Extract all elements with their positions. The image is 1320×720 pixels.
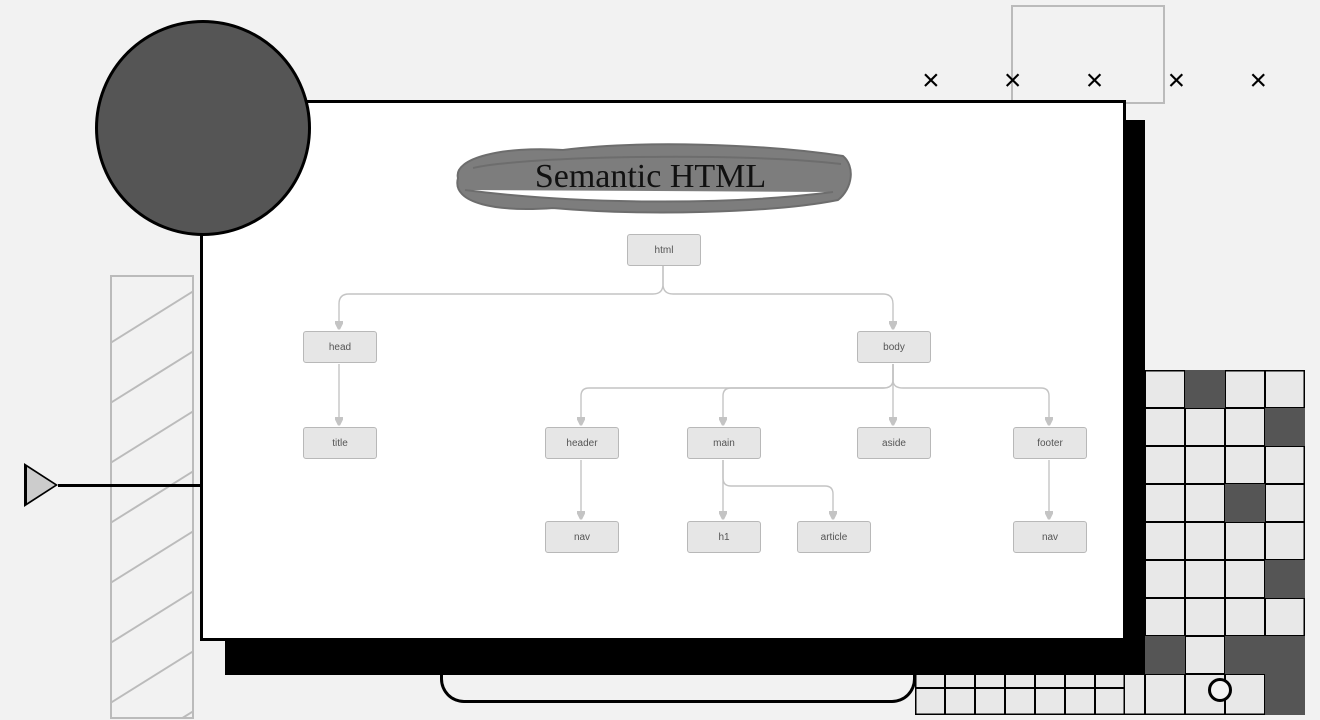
small-circle-icon bbox=[1208, 678, 1232, 702]
big-circle bbox=[95, 20, 311, 236]
node-main: main bbox=[687, 427, 761, 459]
node-head: head bbox=[303, 331, 377, 363]
node-nav-2: nav bbox=[1013, 521, 1087, 553]
diagram-card: Semantic HTML bbox=[200, 100, 1126, 641]
node-article: article bbox=[797, 521, 871, 553]
node-title: title bbox=[303, 427, 377, 459]
node-aside: aside bbox=[857, 427, 931, 459]
node-h1: h1 bbox=[687, 521, 761, 553]
connector-line bbox=[58, 484, 203, 487]
node-nav-1: nav bbox=[545, 521, 619, 553]
tree-diagram: html head body title header main aside f… bbox=[203, 228, 1123, 628]
hatched-panel bbox=[110, 275, 194, 719]
x-marks: × × × × × bbox=[922, 64, 1295, 98]
node-header: header bbox=[545, 427, 619, 459]
diagram-title: Semantic HTML bbox=[443, 138, 858, 216]
play-triangle-icon bbox=[24, 463, 58, 507]
node-footer: footer bbox=[1013, 427, 1087, 459]
node-body: body bbox=[857, 331, 931, 363]
node-html: html bbox=[627, 234, 701, 266]
